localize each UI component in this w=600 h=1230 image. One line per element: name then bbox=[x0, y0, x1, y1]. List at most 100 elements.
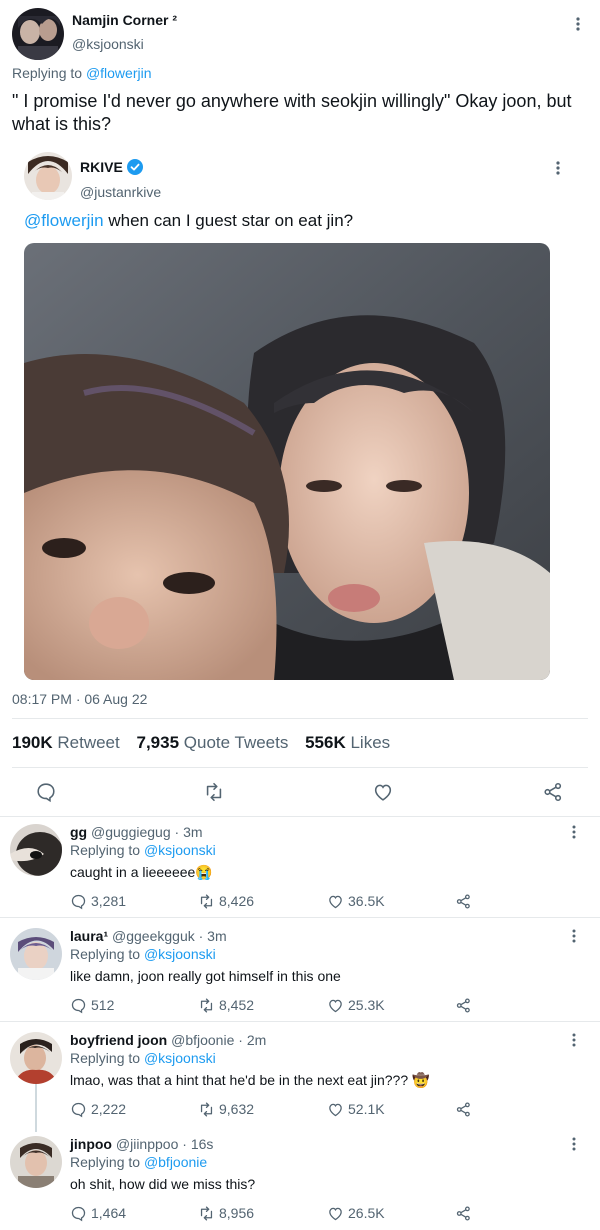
like-count-button[interactable]: 36.5K bbox=[327, 892, 385, 910]
divider bbox=[0, 917, 600, 918]
reply-header: boyfriend joon @bfjoonie · 2m bbox=[70, 1032, 266, 1048]
replying-prefix: Replying to bbox=[12, 65, 83, 81]
handle[interactable]: @ksjoonski bbox=[72, 36, 144, 52]
replying-to: Replying to @ksjoonski bbox=[70, 1050, 216, 1066]
reply-count: 3,281 bbox=[91, 893, 127, 909]
like-count-button[interactable]: 26.5K bbox=[327, 1204, 385, 1222]
reply-count-button[interactable]: 2,222 bbox=[70, 1100, 126, 1118]
reply-header: laura¹ @ggeekgguk · 3m bbox=[70, 928, 227, 944]
likes-count[interactable]: 556K bbox=[305, 733, 346, 752]
share-icon[interactable] bbox=[455, 996, 476, 1014]
reply-name[interactable]: jinpoo bbox=[70, 1136, 112, 1152]
verified-badge-icon bbox=[126, 159, 143, 175]
avatar[interactable] bbox=[10, 1032, 62, 1084]
reply-count-button[interactable]: 512 bbox=[70, 996, 114, 1014]
retweets-label[interactable]: Retweet bbox=[57, 733, 119, 752]
reply-count: 1,464 bbox=[91, 1205, 127, 1221]
display-name[interactable]: RKIVE bbox=[80, 159, 123, 175]
reply-handle[interactable]: @guggiegug bbox=[91, 824, 171, 840]
reply-name[interactable]: boyfriend joon bbox=[70, 1032, 167, 1048]
reply-text: oh shit, how did we miss this? bbox=[70, 1176, 256, 1192]
avatar[interactable] bbox=[12, 8, 64, 60]
reply-name[interactable]: gg bbox=[70, 824, 87, 840]
quotes-label[interactable]: Quote Tweets bbox=[184, 733, 289, 752]
tweet-photo[interactable] bbox=[24, 243, 550, 680]
reply-count: 2,222 bbox=[91, 1101, 127, 1117]
more-options-icon[interactable] bbox=[564, 1134, 584, 1154]
reply-count: 512 bbox=[91, 997, 115, 1013]
display-name[interactable]: Namjin Corner ² bbox=[72, 12, 177, 28]
replying-to: Replying to @flowerjin bbox=[12, 65, 152, 81]
avatar[interactable] bbox=[24, 152, 72, 200]
list-item[interactable]: jinpoo @jiinppoo · 16s Replying to @bfjo… bbox=[0, 1130, 600, 1228]
likes-label[interactable]: Likes bbox=[350, 733, 390, 752]
list-item[interactable]: laura¹ @ggeekgguk · 3m Replying to @ksjo… bbox=[0, 922, 600, 1020]
retweet-count: 8,426 bbox=[219, 893, 255, 909]
more-options-icon[interactable] bbox=[548, 158, 568, 178]
quoted-text-body: when can I guest star on eat jin? bbox=[103, 211, 354, 230]
like-count: 25.3K bbox=[348, 997, 385, 1013]
avatar[interactable] bbox=[10, 928, 62, 980]
share-icon[interactable] bbox=[455, 892, 476, 910]
reply-text: lmao, was that a hint that he'd be in th… bbox=[70, 1072, 430, 1088]
share-icon[interactable] bbox=[542, 781, 564, 803]
like-count-button[interactable]: 52.1K bbox=[327, 1100, 385, 1118]
share-icon[interactable] bbox=[455, 1204, 476, 1222]
replying-prefix: Replying to bbox=[70, 842, 141, 858]
handle[interactable]: @justanrkive bbox=[80, 184, 161, 200]
retweet-icon bbox=[200, 893, 213, 909]
list-item[interactable]: boyfriend joon @bfjoonie · 2m Replying t… bbox=[0, 1026, 600, 1124]
reply-time: · 2m bbox=[238, 1032, 267, 1048]
replying-to: Replying to @ksjoonski bbox=[70, 946, 216, 962]
divider bbox=[12, 718, 588, 719]
more-options-icon[interactable] bbox=[564, 822, 584, 842]
mention-link[interactable]: @flowerjin bbox=[24, 211, 104, 230]
replying-prefix: Replying to bbox=[70, 946, 141, 962]
divider bbox=[0, 1021, 600, 1022]
list-item[interactable]: gg @guggiegug · 3m Replying to @ksjoonsk… bbox=[0, 818, 600, 916]
reply-name[interactable]: laura¹ bbox=[70, 928, 108, 944]
reply-header: gg @guggiegug · 3m bbox=[70, 824, 203, 840]
retweet-icon[interactable] bbox=[203, 781, 225, 803]
replying-to-link[interactable]: @flowerjin bbox=[86, 65, 152, 81]
like-icon bbox=[329, 1207, 342, 1220]
quotes-count[interactable]: 7,935 bbox=[136, 733, 179, 752]
replying-to-link[interactable]: @bfjoonie bbox=[144, 1154, 207, 1170]
reply-handle[interactable]: @bfjoonie bbox=[171, 1032, 234, 1048]
replying-to: Replying to @bfjoonie bbox=[70, 1154, 207, 1170]
replying-to-link[interactable]: @ksjoonski bbox=[144, 842, 216, 858]
retweet-icon bbox=[200, 997, 213, 1013]
retweets-count[interactable]: 190K bbox=[12, 733, 53, 752]
like-icon bbox=[329, 1103, 342, 1116]
retweet-icon bbox=[200, 1101, 213, 1117]
like-count-button[interactable]: 25.3K bbox=[327, 996, 385, 1014]
share-icon[interactable] bbox=[455, 1100, 476, 1118]
avatar[interactable] bbox=[10, 824, 62, 876]
timestamp[interactable]: 08:17 PM · 06 Aug 22 bbox=[12, 691, 147, 707]
retweet-count: 9,632 bbox=[219, 1101, 255, 1117]
verified-row: RKIVE bbox=[80, 159, 143, 175]
reply-count-button[interactable]: 1,464 bbox=[70, 1204, 126, 1222]
more-options-icon[interactable] bbox=[564, 1030, 584, 1050]
replying-to-link[interactable]: @ksjoonski bbox=[144, 1050, 216, 1066]
retweet-count-button[interactable]: 8,426 bbox=[198, 892, 254, 910]
like-count: 52.1K bbox=[348, 1101, 385, 1117]
reply-icon[interactable] bbox=[35, 781, 57, 803]
reply-icon bbox=[71, 998, 86, 1013]
more-options-icon[interactable] bbox=[568, 14, 588, 34]
more-options-icon[interactable] bbox=[564, 926, 584, 946]
reply-count-button[interactable]: 3,281 bbox=[70, 892, 126, 910]
retweet-count-button[interactable]: 8,956 bbox=[198, 1204, 254, 1222]
retweet-icon bbox=[200, 1205, 213, 1221]
replying-to-link[interactable]: @ksjoonski bbox=[144, 946, 216, 962]
reply-handle[interactable]: @ggeekgguk bbox=[112, 928, 195, 944]
reply-handle[interactable]: @jiinppoo bbox=[116, 1136, 178, 1152]
retweet-count-button[interactable]: 8,452 bbox=[198, 996, 254, 1014]
reply-icon bbox=[71, 1102, 86, 1117]
like-icon bbox=[329, 895, 342, 908]
like-icon[interactable] bbox=[372, 781, 394, 803]
retweet-count-button[interactable]: 9,632 bbox=[198, 1100, 254, 1118]
avatar[interactable] bbox=[10, 1136, 62, 1188]
engagement-stats: 190K Retweet 7,935 Quote Tweets 556K Lik… bbox=[12, 733, 402, 753]
replying-prefix: Replying to bbox=[70, 1154, 141, 1170]
